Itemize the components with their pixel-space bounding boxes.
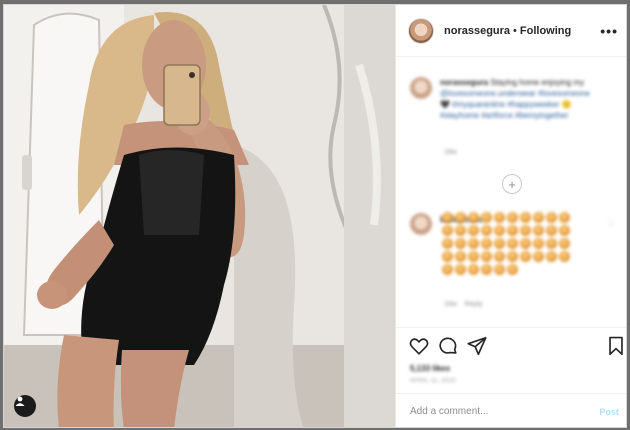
emoji — [481, 225, 492, 236]
caption-text: norassegura Staying home enjoying my @lo… — [440, 77, 590, 121]
emoji — [468, 225, 479, 236]
comments-section: norassegura Staying home enjoying my @lo… — [396, 57, 626, 327]
emoji — [494, 238, 505, 249]
emoji — [546, 225, 557, 236]
emoji — [468, 264, 479, 275]
emoji — [507, 238, 518, 249]
comment-icon[interactable] — [437, 335, 459, 357]
emoji — [507, 264, 518, 275]
following-button[interactable]: Following — [520, 25, 571, 37]
emoji — [520, 212, 531, 223]
emoji — [559, 212, 570, 223]
comment-reply-button[interactable]: Reply — [465, 301, 483, 308]
emoji — [533, 238, 544, 249]
emoji — [468, 212, 479, 223]
add-comment-bar: Post — [396, 393, 626, 427]
caption-time: 18w — [444, 149, 457, 156]
separator-dot: • — [513, 24, 517, 37]
emoji — [455, 251, 466, 262]
emoji — [507, 251, 518, 262]
emoji — [533, 225, 544, 236]
post-timestamp: APRIL 11, 2020 — [410, 378, 456, 384]
emoji — [481, 251, 492, 262]
emoji — [520, 225, 531, 236]
caption-username[interactable]: norassegura — [440, 78, 488, 87]
emoji — [468, 251, 479, 262]
bookmark-icon[interactable] — [605, 335, 626, 357]
emoji — [442, 251, 453, 262]
emoji — [442, 212, 453, 223]
emoji — [442, 225, 453, 236]
emoji — [494, 212, 505, 223]
emoji — [442, 238, 453, 249]
emoji — [559, 238, 570, 249]
post-sidebar: norassegura • Following ••• norassegura … — [395, 5, 626, 427]
emoji — [546, 251, 557, 262]
emoji — [520, 251, 531, 262]
emoji — [494, 264, 505, 275]
post-header: norassegura • Following ••• — [396, 5, 626, 57]
post-comment-button[interactable]: Post — [599, 407, 619, 417]
more-options-icon[interactable]: ••• — [600, 23, 618, 39]
emoji — [442, 264, 453, 275]
emoji — [520, 238, 531, 249]
emoji — [533, 212, 544, 223]
heart-icon[interactable] — [408, 335, 430, 357]
photo-illustration — [4, 5, 395, 427]
comment-avatar[interactable] — [410, 213, 432, 235]
comment-like-icon[interactable]: ♡ — [608, 220, 615, 229]
emoji — [455, 212, 466, 223]
emoji — [494, 251, 505, 262]
emoji — [468, 238, 479, 249]
load-more-comments-button[interactable]: + — [502, 174, 522, 194]
post-photo[interactable] — [4, 5, 395, 427]
caption-avatar[interactable] — [410, 77, 432, 99]
caption-body: Staying home enjoying my — [490, 78, 585, 87]
header-username[interactable]: norassegura — [444, 25, 510, 37]
emoji — [494, 225, 505, 236]
comment-meta: 16w Reply — [444, 301, 483, 308]
emoji — [507, 225, 518, 236]
emoji — [481, 238, 492, 249]
emoji — [455, 225, 466, 236]
caption-mention[interactable]: @lovesomeone.underwear — [440, 89, 536, 98]
emoji — [455, 264, 466, 275]
emoji — [481, 264, 492, 275]
likes-count[interactable]: 5,133 likes — [410, 364, 450, 373]
emoji — [481, 212, 492, 223]
emoji — [546, 238, 557, 249]
emoji — [533, 251, 544, 262]
emoji — [455, 238, 466, 249]
emoji — [559, 225, 570, 236]
post-modal: norassegura • Following ••• norassegura … — [3, 4, 627, 428]
avatar[interactable] — [408, 17, 434, 44]
emoji — [559, 251, 570, 262]
comment-time: 16w — [444, 301, 457, 308]
comment-emoji-body — [442, 212, 582, 275]
user-tag-icon[interactable] — [14, 395, 36, 417]
share-icon[interactable] — [466, 335, 488, 357]
comment-input[interactable] — [410, 406, 600, 417]
emoji — [507, 212, 518, 223]
emoji — [546, 212, 557, 223]
